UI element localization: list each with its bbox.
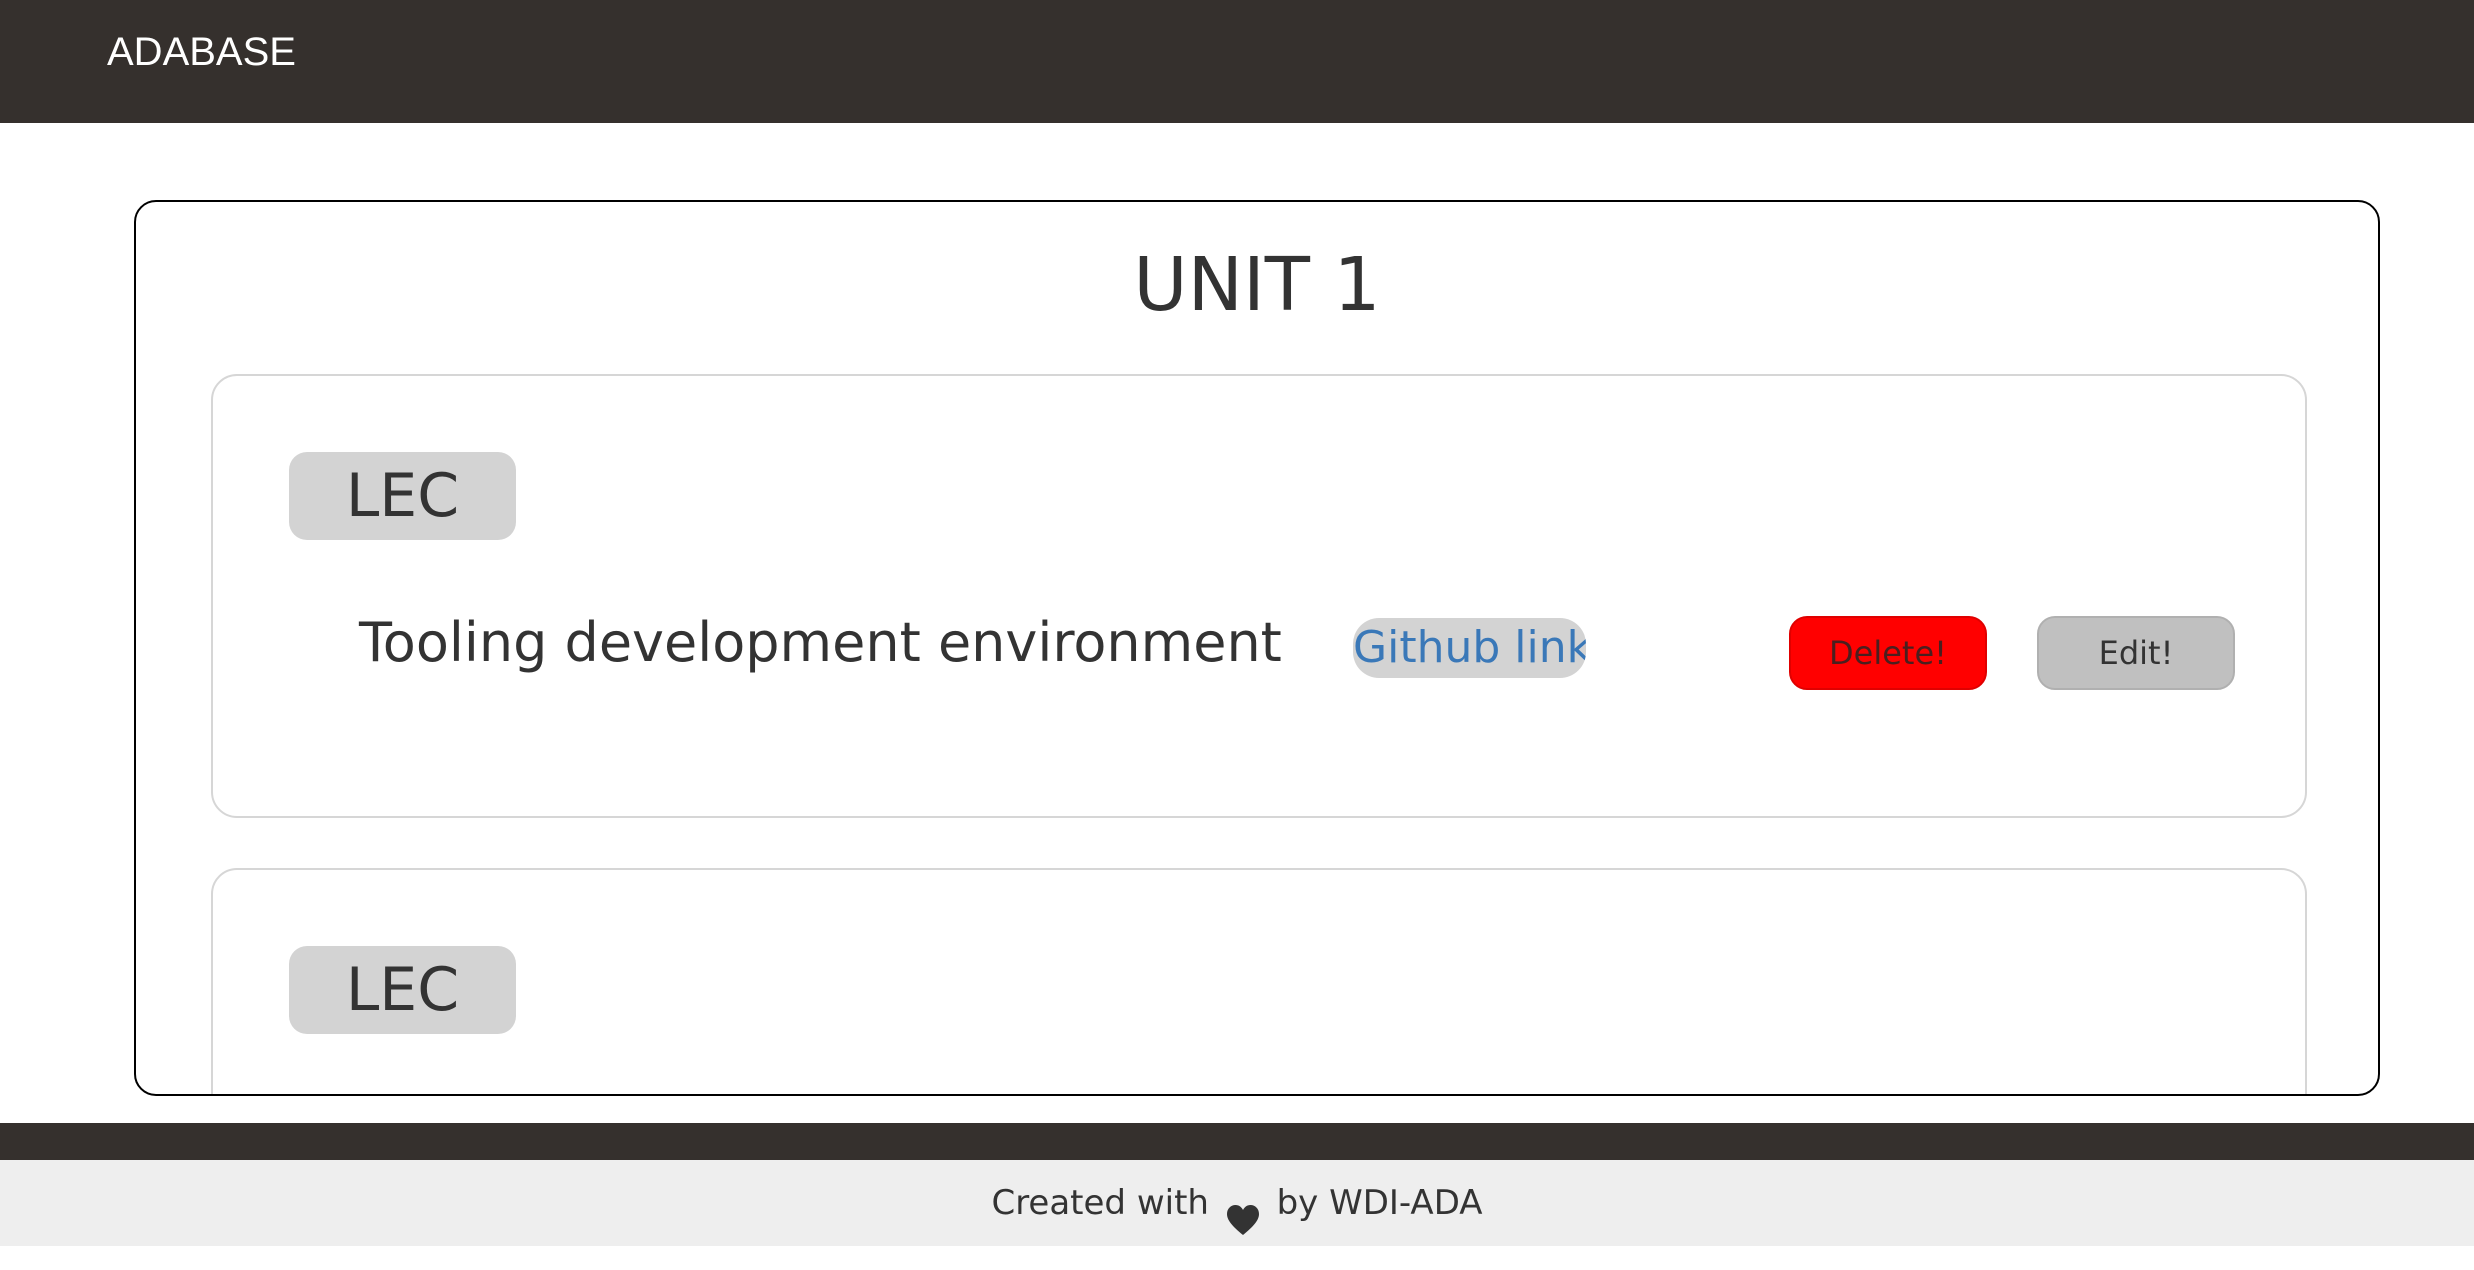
lesson-type-badge: LEC — [289, 452, 516, 540]
unit-title: UNIT 1 — [1133, 242, 1381, 328]
delete-button[interactable]: Delete! — [1789, 616, 1987, 690]
heart-icon — [1226, 1184, 1260, 1235]
footer-suffix-text: by WDI-ADA — [1276, 1183, 1483, 1223]
footer-prefix-text: Created with — [991, 1183, 1209, 1223]
lesson-title: Tooling development environment — [359, 611, 1282, 674]
footer-divider-bar — [0, 1123, 2474, 1160]
unit-panel: UNIT 1 LEC Tooling development environme… — [134, 200, 2380, 1096]
github-link[interactable]: Github link — [1353, 618, 1586, 678]
lesson-type-badge: LEC — [289, 946, 516, 1034]
brand-link[interactable]: ADABASE — [107, 26, 296, 78]
lesson-card: LEC — [211, 868, 2307, 1094]
footer: Created with by WDI-ADA — [0, 1160, 2474, 1246]
navbar: ADABASE — [0, 0, 2474, 123]
lesson-card: LEC Tooling development environment Gith… — [211, 374, 2307, 818]
edit-button[interactable]: Edit! — [2037, 616, 2235, 690]
